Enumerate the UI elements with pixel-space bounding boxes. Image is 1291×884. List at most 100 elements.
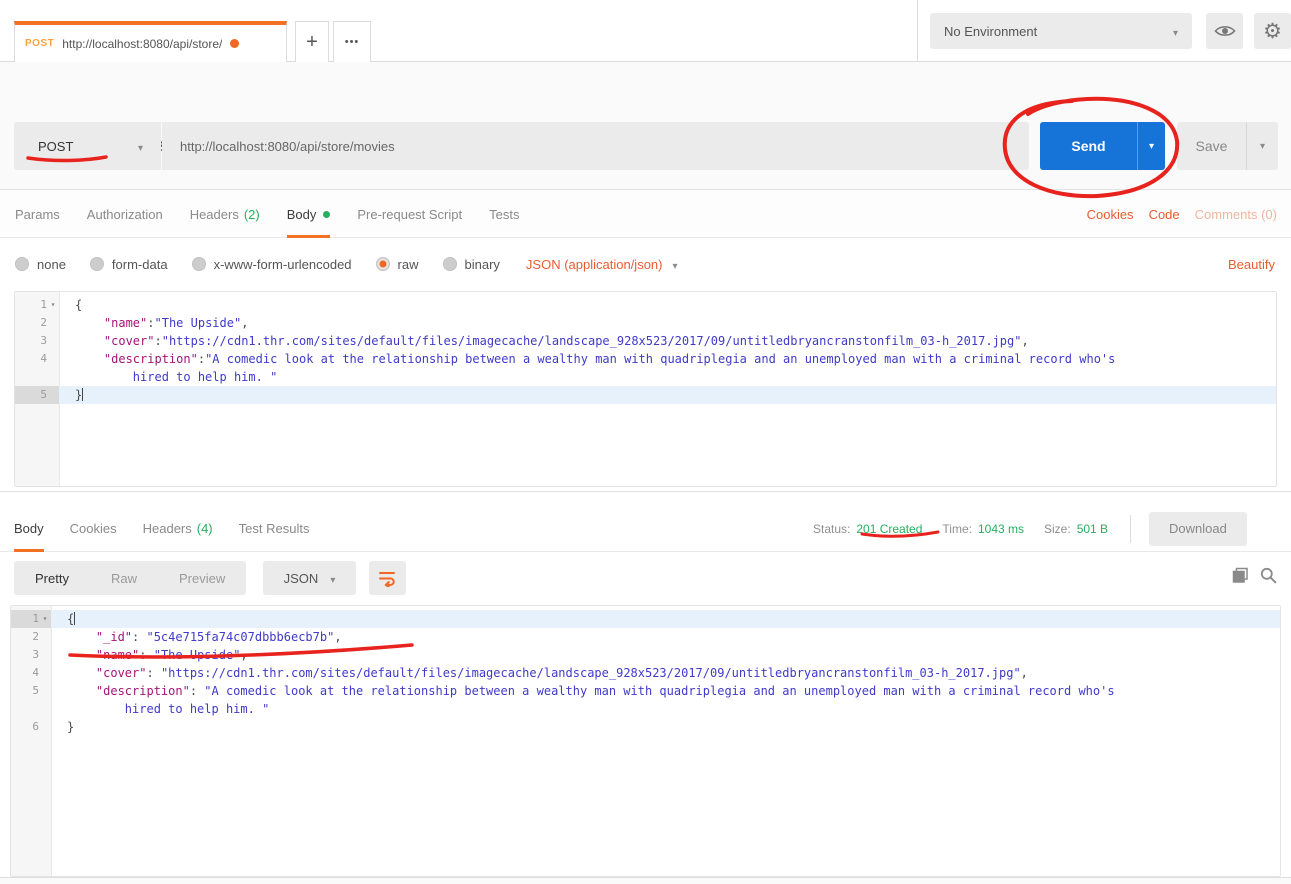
send-options-button[interactable] [1137, 122, 1165, 170]
status-label: Status: [813, 522, 850, 536]
response-tabs-bar: Body Cookies Headers (4) Test Results St… [0, 505, 1291, 552]
chevron-down-icon [330, 571, 335, 586]
content-type-label: JSON (application/json) [526, 257, 663, 272]
save-options-button[interactable] [1246, 122, 1278, 170]
method-select[interactable]: POST [14, 122, 161, 170]
code-line: 5 "description": "A comedic look at the … [11, 682, 1280, 700]
body-type-radio-none[interactable]: none [15, 257, 66, 272]
request-tab-item-params[interactable]: Params [15, 190, 60, 238]
code-line: 4 "cover": "https://cdn1.thr.com/sites/d… [11, 664, 1280, 682]
header-divider [917, 0, 918, 62]
chevron-down-icon [1173, 24, 1178, 39]
view-option-preview[interactable]: Preview [158, 561, 246, 595]
response-view-switch: Pretty Raw Preview [14, 561, 246, 595]
new-tab-button[interactable]: + [295, 21, 329, 62]
code-line: hired to help him. " [15, 368, 1276, 386]
response-body-editor[interactable]: 1▾{2 "_id": "5c4e715fa74c07dbbb6ecb7b",3… [10, 605, 1281, 877]
chevron-down-icon [138, 139, 143, 154]
header-link-code[interactable]: Code [1149, 207, 1180, 222]
body-set-dot-icon [323, 211, 330, 218]
size-value: 501 B [1077, 522, 1108, 536]
settings-button[interactable]: ⚙ [1254, 13, 1291, 49]
request-tab-item-pre-request-script[interactable]: Pre-request Script [357, 190, 462, 238]
time-value: 1043 ms [978, 522, 1024, 536]
request-tab-item-headers[interactable]: Headers (2) [190, 190, 260, 238]
time-label: Time: [942, 522, 972, 536]
wrap-lines-icon [378, 569, 397, 587]
size-label: Size: [1044, 522, 1071, 536]
response-tab-item-body[interactable]: Body [14, 505, 44, 552]
response-format-select[interactable]: JSON [263, 561, 356, 595]
radio-icon [192, 257, 206, 271]
environment-label: No Environment [944, 24, 1037, 39]
code-line: 2 "name":"The Upside", [15, 314, 1276, 332]
ellipsis-icon: ••• [345, 36, 360, 48]
request-tabs-bar: Params Authorization Headers (2) Body [0, 190, 1291, 238]
status-value: 201 Created [856, 522, 922, 536]
code-line: 5} [15, 386, 1276, 404]
code-line: hired to help him. " [11, 700, 1280, 718]
format-label: JSON [284, 571, 319, 586]
chevron-down-icon [672, 257, 677, 272]
body-type-row: none form-data x-www-form-urlencoded raw [0, 238, 1291, 290]
request-tab-item-authorization[interactable]: Authorization [87, 190, 163, 238]
download-button[interactable]: Download [1149, 512, 1247, 546]
copy-response-button[interactable] [1232, 567, 1249, 589]
code-line: 1▾{ [11, 610, 1280, 628]
code-line: 4 "description":"A comedic look at the r… [15, 350, 1276, 368]
copy-icon [1232, 567, 1249, 584]
send-button[interactable]: Send [1040, 122, 1165, 170]
search-icon [1260, 567, 1277, 584]
response-meta: Status: 201 Created Time: 1043 ms Size: … [813, 505, 1247, 552]
search-response-button[interactable] [1260, 567, 1277, 589]
content-type-select[interactable]: JSON (application/json) [526, 257, 678, 272]
save-label: Save [1177, 122, 1246, 170]
response-tab-item-test-results[interactable]: Test Results [239, 505, 310, 552]
radio-group: none form-data x-www-form-urlencoded raw [15, 257, 500, 272]
beautify-link[interactable]: Beautify [1228, 238, 1275, 290]
code-line: 3 "name": "The Upside", [11, 646, 1280, 664]
gear-icon: ⚙ [1263, 19, 1282, 44]
request-body-editor[interactable]: 1▾{2 "name":"The Upside",3 "cover":"http… [14, 291, 1277, 487]
more-tabs-button[interactable]: ••• [333, 21, 371, 62]
tab-method-label: POST [25, 38, 54, 49]
fold-caret-icon[interactable]: ▾ [39, 610, 51, 628]
body-type-radio-raw[interactable]: raw [376, 257, 419, 272]
body-type-radio-binary[interactable]: binary [443, 257, 500, 272]
code-line: 6} [11, 718, 1280, 736]
request-links: Cookies Code Comments (0) [1087, 190, 1277, 238]
environment-preview-button[interactable] [1206, 13, 1243, 49]
body-type-radios: none form-data x-www-form-urlencoded raw [15, 238, 678, 290]
response-tab-item-headers[interactable]: Headers (4) [143, 505, 213, 552]
request-tabs: Params Authorization Headers (2) Body [15, 190, 519, 238]
fold-caret-icon[interactable]: ▾ [47, 296, 59, 314]
meta-divider [1130, 515, 1131, 543]
body-type-radio-x-www-form-urlencoded[interactable]: x-www-form-urlencoded [192, 257, 352, 272]
view-option-raw[interactable]: Raw [90, 561, 158, 595]
code-line: 2 "_id": "5c4e715fa74c07dbbb6ecb7b", [11, 628, 1280, 646]
request-tab-item-body[interactable]: Body [287, 190, 331, 238]
request-tab[interactable]: POST http://localhost:8080/api/store/ [14, 21, 287, 62]
request-tab-item-tests[interactable]: Tests [489, 190, 519, 238]
tab-url-label: http://localhost:8080/api/store/ [62, 37, 222, 51]
response-toolbar: Pretty Raw Preview JSON [0, 552, 1291, 605]
eye-icon [1214, 23, 1236, 39]
body-type-radio-form-data[interactable]: form-data [90, 257, 168, 272]
radio-icon [15, 257, 29, 271]
send-label: Send [1040, 122, 1137, 170]
method-value: POST [38, 139, 73, 154]
header-link-cookies[interactable]: Cookies [1087, 207, 1134, 222]
radio-icon [376, 257, 390, 271]
save-button[interactable]: Save [1177, 122, 1278, 170]
wrap-lines-button[interactable] [369, 561, 406, 595]
bottom-scroll-track[interactable] [0, 877, 1291, 884]
radio-icon [90, 257, 104, 271]
environment-select[interactable]: No Environment [930, 13, 1192, 49]
header-link-comments-0[interactable]: Comments (0) [1195, 207, 1277, 222]
view-option-pretty[interactable]: Pretty [14, 561, 90, 595]
url-input[interactable] [162, 122, 1029, 170]
code-line: 3 "cover":"https://cdn1.thr.com/sites/de… [15, 332, 1276, 350]
response-tab-item-cookies[interactable]: Cookies [70, 505, 117, 552]
response-tabs: Body Cookies Headers (4) Test Results [14, 505, 309, 552]
radio-icon [443, 257, 457, 271]
